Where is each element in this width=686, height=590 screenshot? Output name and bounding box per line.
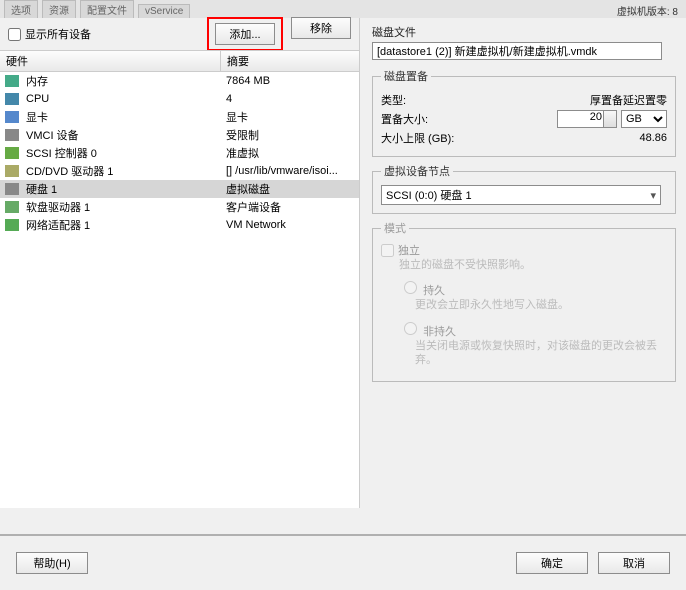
tab-strip: 选项 资源 配置文件 vService 虚拟机版本: 8 xyxy=(0,0,686,18)
device-summary: 准虚拟 xyxy=(220,145,359,161)
bottom-bar: 帮助(H) 确定 取消 xyxy=(0,534,686,590)
vm-version: 虚拟机版本: 8 xyxy=(617,3,682,18)
device-summary: 客户端设备 xyxy=(220,199,359,215)
device-name: 硬盘 1 xyxy=(24,181,220,197)
cd-icon xyxy=(5,165,19,177)
net-icon xyxy=(5,219,19,231)
mode-indep-desc: 独立的磁盘不受快照影响。 xyxy=(399,258,667,272)
add-button[interactable]: 添加... xyxy=(215,23,275,45)
device-name: CD/DVD 驱动器 1 xyxy=(24,163,220,179)
help-button[interactable]: 帮助(H) xyxy=(16,552,88,574)
ok-button[interactable]: 确定 xyxy=(516,552,588,574)
prov-size-unit[interactable]: GB xyxy=(621,110,667,128)
device-summary: 虚拟磁盘 xyxy=(220,181,359,197)
device-row[interactable]: 显卡显卡 xyxy=(0,108,359,126)
vmci-icon xyxy=(5,129,19,141)
tab-options[interactable]: 选项 xyxy=(4,0,38,18)
node-select[interactable]: SCSI (0:0) 硬盘 1 xyxy=(381,185,661,205)
hdd-icon xyxy=(5,183,19,195)
device-name: 内存 xyxy=(24,73,220,89)
prov-type-value: 厚置备延迟置零 xyxy=(481,92,667,108)
disk-file-input[interactable] xyxy=(372,42,662,60)
tab-resources[interactable]: 资源 xyxy=(42,0,76,18)
device-row[interactable]: CD/DVD 驱动器 1[] /usr/lib/vmware/isoi... xyxy=(0,162,359,180)
device-name: 网络适配器 1 xyxy=(24,217,220,233)
mode-persist-radio xyxy=(404,281,417,294)
device-name: 显卡 xyxy=(24,109,220,125)
hardware-pane: 显示所有设备 添加... 移除 硬件 摘要 内存7864 MBCPU4显卡显卡V… xyxy=(0,18,360,508)
remove-button[interactable]: 移除 xyxy=(291,17,351,39)
tab-vservice[interactable]: vService xyxy=(138,4,190,18)
cancel-button[interactable]: 取消 xyxy=(598,552,670,574)
vid-icon xyxy=(5,111,19,123)
node-group: 虚拟设备节点 SCSI (0:0) 硬盘 1 xyxy=(372,163,676,214)
device-name: CPU xyxy=(24,93,220,105)
provision-legend: 磁盘置备 xyxy=(381,68,431,84)
cpu-icon xyxy=(5,93,19,105)
device-row[interactable]: 硬盘 1虚拟磁盘 xyxy=(0,180,359,198)
mode-persist-desc: 更改会立即永久性地写入磁盘。 xyxy=(415,298,667,312)
prov-size-spin[interactable]: 20 xyxy=(557,110,617,128)
mode-nonpersist-desc: 当关闭电源或恢复快照时，对该磁盘的更改会被丢弃。 xyxy=(415,339,667,368)
device-name: SCSI 控制器 0 xyxy=(24,145,220,161)
device-summary: 受限制 xyxy=(220,127,359,143)
device-summary: 7864 MB xyxy=(220,75,359,87)
node-legend: 虚拟设备节点 xyxy=(381,163,453,179)
device-row[interactable]: 内存7864 MB xyxy=(0,72,359,90)
disk-file-label: 磁盘文件 xyxy=(372,24,676,40)
prov-type-label: 类型: xyxy=(381,92,481,108)
mem-icon xyxy=(5,75,19,87)
prov-max-value: 48.86 xyxy=(481,132,667,144)
device-summary: [] /usr/lib/vmware/isoi... xyxy=(220,165,359,177)
device-summary: VM Network xyxy=(220,219,359,231)
mode-indep: 独立 xyxy=(381,242,667,258)
prov-max-label: 大小上限 (GB): xyxy=(381,130,481,146)
mode-nonpersist: 非持久 xyxy=(399,326,456,338)
mode-indep-checkbox xyxy=(381,244,394,257)
prov-size-label: 置备大小: xyxy=(381,111,481,127)
device-list-header: 硬件 摘要 xyxy=(0,50,359,72)
device-list[interactable]: 内存7864 MBCPU4显卡显卡VMCI 设备受限制SCSI 控制器 0准虚拟… xyxy=(0,72,359,508)
device-summary: 4 xyxy=(220,93,359,105)
detail-pane: 磁盘文件 磁盘置备 类型: 厚置备延迟置零 置备大小: 20 GB xyxy=(360,18,686,508)
fdd-icon xyxy=(5,201,19,213)
show-all-checkbox[interactable] xyxy=(8,28,21,41)
device-summary: 显卡 xyxy=(220,109,359,125)
device-row[interactable]: 网络适配器 1VM Network xyxy=(0,216,359,234)
tab-profiles[interactable]: 配置文件 xyxy=(80,0,134,18)
device-row[interactable]: 软盘驱动器 1客户端设备 xyxy=(0,198,359,216)
scsi-icon xyxy=(5,147,19,159)
device-row[interactable]: SCSI 控制器 0准虚拟 xyxy=(0,144,359,162)
device-row[interactable]: VMCI 设备受限制 xyxy=(0,126,359,144)
header-hardware: 硬件 xyxy=(0,51,220,71)
device-name: 软盘驱动器 1 xyxy=(24,199,220,215)
mode-persist: 持久 xyxy=(399,285,445,297)
show-all-devices[interactable]: 显示所有设备 xyxy=(8,26,91,42)
mode-nonpersist-radio xyxy=(404,322,417,335)
provision-group: 磁盘置备 类型: 厚置备延迟置零 置备大小: 20 GB 大小上限 (GB): xyxy=(372,68,676,157)
mode-group: 模式 独立 独立的磁盘不受快照影响。 持久 更改会立即永久性地写入磁盘。 xyxy=(372,220,676,382)
add-highlight: 添加... xyxy=(207,17,283,51)
mode-legend: 模式 xyxy=(381,220,409,236)
device-name: VMCI 设备 xyxy=(24,127,220,143)
header-summary: 摘要 xyxy=(220,51,359,71)
device-row[interactable]: CPU4 xyxy=(0,90,359,108)
